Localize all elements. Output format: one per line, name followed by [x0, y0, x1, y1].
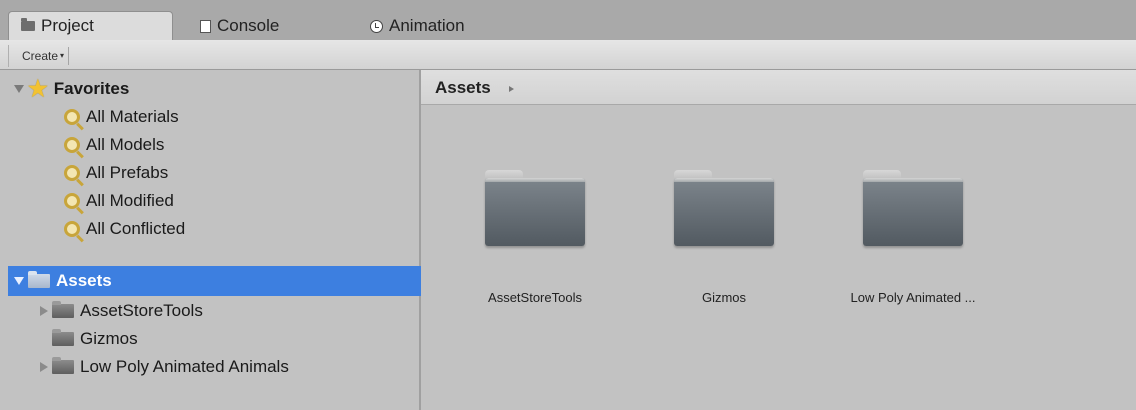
toolbar-divider — [8, 45, 9, 67]
caret-down-icon: ▾ — [60, 51, 65, 60]
saved-search-icon — [64, 137, 80, 153]
asset-folder-assetstoretools[interactable]: AssetStoreTools — [445, 170, 625, 305]
folder-icon — [28, 271, 50, 288]
star-icon: ★ — [28, 76, 48, 101]
folder-icon — [863, 170, 963, 246]
favorite-item-label: All Conflicted — [86, 219, 186, 238]
project-toolbar: Create ▾ — [0, 40, 1136, 70]
breadcrumb-assets[interactable]: Assets — [435, 78, 491, 98]
favorite-item-label: All Modified — [86, 191, 174, 210]
favorite-item[interactable]: All Materials — [64, 104, 179, 130]
favorites-header[interactable]: ★ Favorites — [14, 76, 129, 102]
chevron-right-icon — [509, 86, 514, 92]
tab-console-label: Console — [217, 16, 280, 35]
favorite-item[interactable]: All Modified — [64, 188, 174, 214]
tree-item-label: AssetStoreTools — [80, 301, 203, 320]
console-icon — [200, 19, 211, 33]
tab-project-label: Project — [41, 16, 94, 35]
expand-arrow-icon[interactable] — [40, 362, 48, 372]
saved-search-icon — [64, 193, 80, 209]
asset-label: Gizmos — [701, 290, 747, 305]
folder-icon — [52, 357, 74, 374]
saved-search-icon — [64, 109, 80, 125]
saved-search-icon — [64, 221, 80, 237]
folder-icon — [21, 18, 35, 31]
favorite-item[interactable]: All Prefabs — [64, 160, 168, 186]
tree-item-gizmos[interactable]: Gizmos — [52, 326, 138, 352]
favorite-item[interactable]: All Models — [64, 132, 164, 158]
asset-browser-panel: Assets AssetStoreTools Gizmos Low Poly A… — [421, 70, 1136, 410]
tree-item-assets[interactable]: Assets — [14, 268, 112, 294]
asset-label: Low Poly Animated ... — [850, 290, 976, 305]
asset-folder-gizmos[interactable]: Gizmos — [634, 170, 814, 305]
folder-icon — [674, 170, 774, 246]
asset-label: AssetStoreTools — [488, 290, 582, 305]
create-dropdown-button[interactable]: Create ▾ — [16, 47, 70, 65]
tree-item-label: Assets — [56, 271, 112, 290]
expand-arrow-icon[interactable] — [14, 277, 24, 285]
tree-item-label: Gizmos — [80, 329, 138, 348]
create-label: Create — [22, 49, 59, 63]
tab-console[interactable]: Console — [200, 12, 279, 40]
tree-item-label: Low Poly Animated Animals — [80, 357, 289, 376]
saved-search-icon — [64, 165, 80, 181]
tree-item-assetstoretools[interactable]: AssetStoreTools — [40, 298, 203, 324]
favorites-label: Favorites — [53, 79, 130, 98]
expand-arrow-icon[interactable] — [14, 85, 24, 93]
tab-animation[interactable]: Animation — [370, 12, 465, 40]
clock-icon — [370, 19, 383, 33]
folder-icon — [52, 301, 74, 318]
asset-folder-low-poly-animated-animals[interactable]: Low Poly Animated ... — [823, 170, 1003, 305]
folder-tree-panel: ★ Favorites All Materials All Models All… — [0, 70, 421, 410]
window-tab-bar: Project Console Animation — [0, 0, 1136, 40]
breadcrumb: Assets — [421, 70, 1136, 105]
favorite-item-label: All Materials — [86, 107, 179, 126]
favorite-item-label: All Prefabs — [86, 163, 169, 182]
folder-icon — [485, 170, 585, 246]
expand-arrow-icon[interactable] — [40, 306, 48, 316]
favorite-item[interactable]: All Conflicted — [64, 216, 185, 242]
folder-icon — [52, 329, 74, 346]
tab-project[interactable]: Project — [8, 11, 173, 40]
tab-animation-label: Animation — [389, 16, 465, 35]
favorite-item-label: All Models — [86, 135, 165, 154]
tree-item-low-poly-animated-animals[interactable]: Low Poly Animated Animals — [40, 354, 289, 380]
